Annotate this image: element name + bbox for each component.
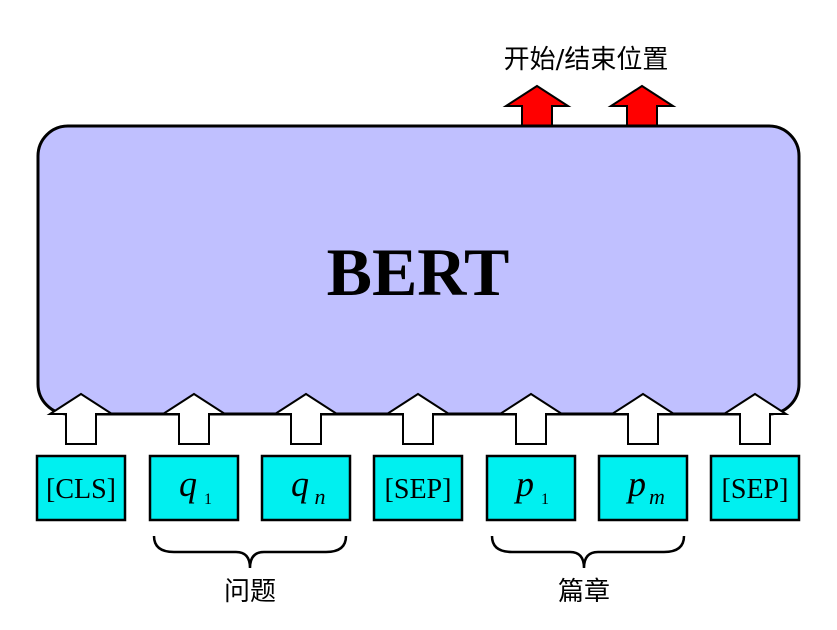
token-subscript: n [315,484,326,509]
token-symbol: p [625,464,646,504]
token-box: [SEP] [372,454,464,522]
bert-qa-diagram: 开始/结束位置 BERT [CLS] q 1 q n [SEP] p 1 p m [SEP] 问题 … [35,45,801,607]
token-box: [CLS] [35,454,127,522]
token-symbol: q [291,464,309,504]
passage-group-label: 篇章 [558,577,610,607]
token-symbol: q [179,464,197,504]
token-subscript: 1 [204,491,212,508]
token-subscript: m [649,484,665,509]
question-group-label: 问题 [224,577,276,607]
token-symbol: p [513,464,534,504]
token-label: [SEP] [385,474,452,505]
passage-brace [490,535,686,569]
bert-model-label: BERT [327,234,510,310]
token-box: p1 [485,454,577,522]
token-box: qn [260,454,352,522]
question-brace [152,535,348,569]
token-box: q1 [148,454,240,522]
output-label: 开始/结束位置 [504,45,669,75]
token-subscript: 1 [541,491,549,508]
token-box: [SEP] [709,454,801,522]
token-label: [SEP] [722,474,789,505]
token-label: [CLS] [46,474,116,505]
token-box: pm [597,454,689,522]
